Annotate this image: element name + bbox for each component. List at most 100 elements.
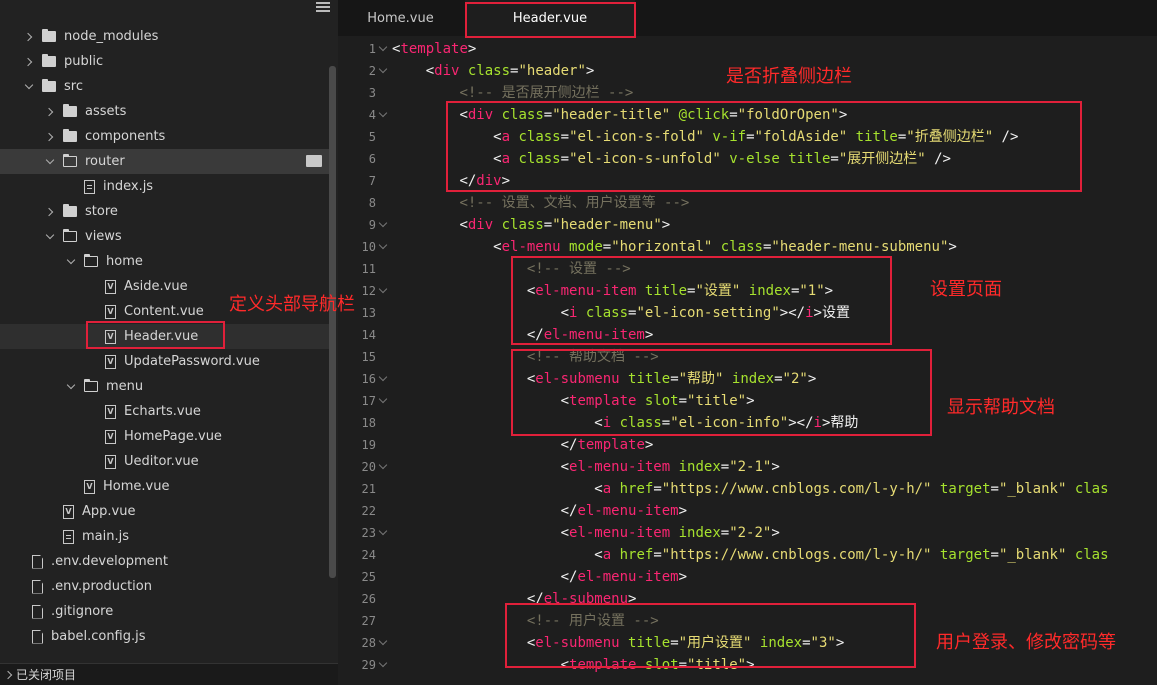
tree-item[interactable]: V Echarts.vue: [0, 399, 330, 424]
code-line[interactable]: <!-- 设置、文档、用户设置等 -->: [392, 192, 689, 214]
code-token: href: [619, 547, 654, 563]
tree-item[interactable]: home: [0, 249, 330, 274]
tree-item[interactable]: .env.development: [0, 549, 330, 574]
code-token: "2-2": [729, 525, 772, 541]
chevron-down-icon[interactable]: [64, 255, 78, 269]
js-file-icon: [63, 529, 74, 544]
chevron-right-icon[interactable]: [43, 105, 57, 119]
tree-item[interactable]: components: [0, 124, 330, 149]
chevron-right-icon[interactable]: [22, 55, 36, 69]
code-token: >: [467, 41, 477, 57]
tree-item[interactable]: store: [0, 199, 330, 224]
fold-arrow-icon[interactable]: [378, 240, 388, 250]
tree-item[interactable]: .gitignore: [0, 599, 330, 624]
folder-open-icon: [83, 378, 98, 392]
fold-arrow-icon[interactable]: [378, 218, 388, 228]
chevron-down-icon[interactable]: [43, 230, 57, 244]
tree-item[interactable]: .env.production: [0, 574, 330, 599]
code-line[interactable]: <a href="https://www.cnblogs.com/l-y-h/"…: [392, 544, 1109, 566]
line-number: 8: [368, 196, 376, 210]
tree-item[interactable]: main.js: [0, 524, 330, 549]
code-line[interactable]: <div class="header-menu">: [392, 214, 670, 236]
line-number: 19: [361, 438, 376, 452]
fold-arrow-icon[interactable]: [378, 372, 388, 382]
code-line[interactable]: </template>: [392, 434, 654, 456]
tree-item[interactable]: public: [0, 49, 330, 74]
code-token: <: [493, 239, 502, 255]
code-line[interactable]: <a href="https://www.cnblogs.com/l-y-h/"…: [392, 478, 1108, 500]
line-number: 5: [368, 130, 376, 144]
fold-arrow-icon[interactable]: [378, 42, 388, 52]
chevron-down-icon[interactable]: [43, 155, 57, 169]
code-token: <!-- 是否展开侧边栏 -->: [459, 85, 634, 101]
sidebar-scrollbar[interactable]: [329, 66, 336, 578]
chevron-down-icon[interactable]: [22, 80, 36, 94]
tree-item-label: menu: [106, 379, 144, 394]
fold-arrow-icon[interactable]: [378, 636, 388, 646]
line-number: 10: [361, 240, 376, 254]
tab-home-vue[interactable]: Home.vue: [338, 0, 463, 36]
code-token: el-menu: [501, 239, 561, 255]
tree-item[interactable]: assets: [0, 99, 330, 124]
tree-item[interactable]: views: [0, 224, 330, 249]
chevron-down-icon[interactable]: [64, 380, 78, 394]
folder-icon[interactable]: [306, 155, 322, 167]
chevron-right-icon[interactable]: [43, 205, 57, 219]
code-token: "https://www.cnblogs.com/l-y-h/": [661, 547, 932, 563]
hamburger-menu-icon[interactable]: [316, 2, 330, 16]
fold-arrow-icon[interactable]: [378, 526, 388, 536]
line-number: 28: [361, 636, 376, 650]
tree-item[interactable]: menu: [0, 374, 330, 399]
code-token: "header-menu-submenu": [771, 239, 949, 255]
tree-item[interactable]: V Home.vue: [0, 474, 330, 499]
tree-item[interactable]: V UpdatePassword.vue: [0, 349, 330, 374]
fold-arrow-icon[interactable]: [378, 64, 388, 74]
code-token: class: [467, 63, 511, 79]
tree-item[interactable]: babel.config.js: [0, 624, 330, 649]
tab-label: Home.vue: [367, 10, 434, 26]
fold-arrow-icon[interactable]: [378, 284, 388, 294]
code-line[interactable]: </el-menu-item>: [392, 566, 687, 588]
tree-item[interactable]: node_modules: [0, 24, 330, 49]
line-number: 22: [361, 504, 376, 518]
code-token: >: [948, 239, 957, 255]
code-line[interactable]: <div class="header">: [392, 60, 595, 82]
vue-file-icon: V: [105, 279, 116, 294]
line-number: 1: [368, 42, 376, 56]
tree-item[interactable]: index.js: [0, 174, 330, 199]
line-number: 3: [368, 86, 376, 100]
chevron-right-icon[interactable]: [22, 30, 36, 44]
tree-item[interactable]: V HomePage.vue: [0, 424, 330, 449]
closed-projects-section[interactable]: 已关闭项目: [0, 663, 338, 685]
fold-arrow-icon[interactable]: [378, 460, 388, 470]
fold-arrow-icon[interactable]: [378, 108, 388, 118]
code-token: index: [678, 525, 721, 541]
tree-item[interactable]: V Ueditor.vue: [0, 449, 330, 474]
tree-item[interactable]: router: [0, 149, 330, 174]
code-line[interactable]: </el-menu-item>: [392, 500, 687, 522]
fold-arrow-icon[interactable]: [378, 394, 388, 404]
code-line[interactable]: <template>: [392, 38, 476, 60]
code-line[interactable]: <el-menu mode="horizontal" class="header…: [392, 236, 957, 258]
code-token: <: [459, 217, 468, 233]
tree-item[interactable]: V App.vue: [0, 499, 330, 524]
code-line[interactable]: <el-menu-item index="2-1">: [392, 456, 780, 478]
tree-item[interactable]: src: [0, 74, 330, 99]
code-token: clas: [1074, 547, 1109, 563]
code-line[interactable]: <el-menu-item index="2-2">: [392, 522, 780, 544]
chevron-right-icon[interactable]: [43, 130, 57, 144]
fold-arrow-icon[interactable]: [378, 658, 388, 668]
annotation-box-header-file: [86, 321, 225, 349]
